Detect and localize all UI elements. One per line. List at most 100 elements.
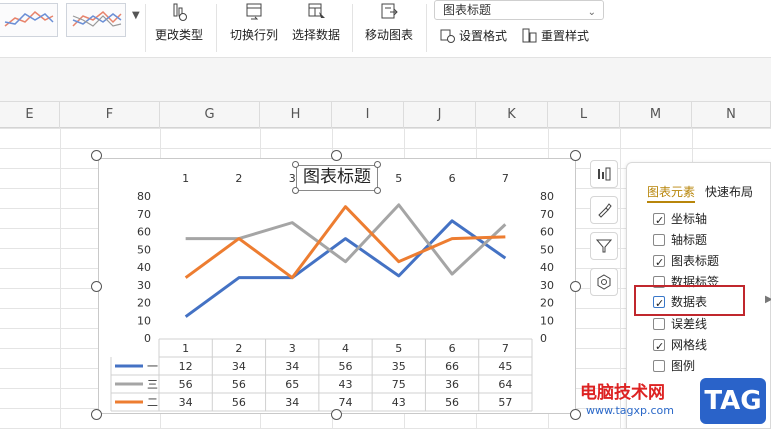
reset-style-icon bbox=[522, 28, 537, 43]
watermark-tag-logo: TAG bbox=[700, 378, 766, 424]
set-format-button[interactable]: 设置格式 bbox=[440, 26, 507, 46]
chart-elements-icon bbox=[598, 167, 611, 181]
y-tick-label-right: 10 bbox=[540, 314, 554, 327]
table-header-cell: 7 bbox=[502, 342, 509, 355]
table-value-cell: 56 bbox=[232, 396, 246, 409]
column-header[interactable]: F bbox=[60, 102, 160, 128]
move-chart-button[interactable]: 移动图表 bbox=[360, 0, 418, 56]
switch-row-col-button[interactable]: 切换行列 bbox=[226, 0, 282, 56]
reset-style-button[interactable]: 重置样式 bbox=[522, 26, 589, 46]
watermark-url: www.tagxp.com bbox=[586, 404, 674, 417]
y-tick-label-right: 60 bbox=[540, 226, 554, 239]
title-handle[interactable] bbox=[292, 161, 299, 168]
column-header[interactable]: J bbox=[404, 102, 476, 128]
move-chart-icon bbox=[381, 3, 398, 19]
checkbox[interactable] bbox=[653, 234, 665, 246]
select-data-button[interactable]: 选择数据 bbox=[288, 0, 344, 56]
resize-handle[interactable] bbox=[91, 409, 102, 420]
grid-line bbox=[60, 128, 61, 429]
divider bbox=[426, 4, 427, 52]
y-tick-label-left: 80 bbox=[137, 190, 151, 203]
top-x-tick-label: 5 bbox=[395, 172, 402, 185]
y-tick-label-left: 20 bbox=[137, 297, 151, 310]
column-header[interactable]: I bbox=[332, 102, 404, 128]
chart-settings-button[interactable] bbox=[590, 268, 618, 296]
checkbox[interactable] bbox=[653, 318, 665, 330]
table-value-cell: 34 bbox=[285, 396, 299, 409]
title-handle[interactable] bbox=[374, 187, 381, 194]
chart-elements-button[interactable] bbox=[590, 160, 618, 188]
checkbox[interactable] bbox=[653, 360, 665, 372]
submenu-arrow-icon[interactable]: ▶ bbox=[765, 294, 771, 305]
resize-handle[interactable] bbox=[570, 150, 581, 161]
chart-style-button[interactable] bbox=[590, 196, 618, 224]
table-header-cell: 1 bbox=[182, 342, 189, 355]
checkbox[interactable] bbox=[653, 253, 665, 273]
resize-handle[interactable] bbox=[570, 409, 581, 420]
switch-row-col-label: 切换行列 bbox=[229, 28, 278, 42]
divider bbox=[145, 4, 146, 52]
resize-handle[interactable] bbox=[91, 150, 102, 161]
table-value-cell: 35 bbox=[392, 360, 406, 373]
chart-filter-button[interactable] bbox=[590, 232, 618, 260]
resize-handle[interactable] bbox=[331, 150, 342, 161]
chart-style-thumbnail[interactable] bbox=[66, 3, 126, 37]
active-tab-indicator bbox=[647, 201, 695, 203]
table-value-cell: 12 bbox=[179, 360, 193, 373]
resize-handle[interactable] bbox=[570, 281, 581, 292]
resize-handle[interactable] bbox=[91, 281, 102, 292]
column-header[interactable]: M bbox=[620, 102, 692, 128]
switch-row-col-icon bbox=[246, 3, 262, 20]
table-header-cell: 3 bbox=[289, 342, 296, 355]
column-header[interactable]: N bbox=[692, 102, 771, 128]
table-value-cell: 64 bbox=[498, 378, 512, 391]
y-tick-label-left: 40 bbox=[137, 261, 151, 274]
chart-style-thumbnail[interactable] bbox=[0, 3, 58, 37]
checkbox[interactable] bbox=[653, 337, 665, 357]
chart-type-icon bbox=[173, 3, 187, 21]
y-tick-label-left: 50 bbox=[137, 243, 151, 256]
option-label: 网格线 bbox=[671, 338, 708, 352]
chart-plot-svg: 1234567001010202030304040505060607070808… bbox=[110, 172, 554, 412]
column-header[interactable]: G bbox=[160, 102, 260, 128]
checkbox[interactable] bbox=[653, 211, 665, 231]
y-tick-label-left: 10 bbox=[137, 314, 151, 327]
column-header[interactable]: E bbox=[0, 102, 60, 128]
title-handle[interactable] bbox=[292, 187, 299, 194]
chart-element-select[interactable]: 图表标题 ⌄ bbox=[434, 0, 604, 20]
table-value-cell: 56 bbox=[445, 396, 459, 409]
table-header-cell: 2 bbox=[235, 342, 242, 355]
table-value-cell: 57 bbox=[498, 396, 512, 409]
table-value-cell: 56 bbox=[179, 378, 193, 391]
divider bbox=[216, 4, 217, 52]
tab-chart-elements[interactable]: 图表元素 bbox=[647, 183, 695, 200]
ribbon-toolbar: ▼ 更改类型 切换行列 选择数据 移动图表 图表标题 ⌄ 设置格式 重置样式 bbox=[0, 0, 771, 58]
change-type-button[interactable]: 更改类型 bbox=[152, 0, 206, 56]
y-tick-label-right: 20 bbox=[540, 297, 554, 310]
table-value-cell: 74 bbox=[339, 396, 353, 409]
divider bbox=[352, 4, 353, 52]
settings-hexagon-icon bbox=[597, 274, 611, 290]
chart-element-select-value: 图表标题 bbox=[443, 3, 492, 17]
top-x-tick-label: 2 bbox=[235, 172, 242, 185]
resize-handle[interactable] bbox=[331, 409, 342, 420]
y-tick-label-left: 0 bbox=[144, 332, 151, 345]
tab-quick-layout[interactable]: 快速布局 bbox=[705, 183, 753, 200]
brush-icon bbox=[598, 203, 612, 218]
column-header[interactable]: K bbox=[476, 102, 548, 128]
change-type-label: 更改类型 bbox=[154, 28, 203, 42]
filter-icon bbox=[596, 239, 612, 253]
table-value-cell: 56 bbox=[232, 378, 246, 391]
y-tick-label-left: 70 bbox=[137, 208, 151, 221]
column-header[interactable]: L bbox=[548, 102, 620, 128]
column-headers: E F G H I J K L M N bbox=[0, 102, 771, 128]
title-handle[interactable] bbox=[374, 161, 381, 168]
chart-title[interactable]: 图表标题 bbox=[296, 165, 378, 191]
gallery-more-icon[interactable]: ▼ bbox=[132, 10, 140, 21]
table-value-cell: 75 bbox=[392, 378, 406, 391]
top-x-tick-label: 1 bbox=[182, 172, 189, 185]
line-chart[interactable]: 1234567001010202030304040505060607070808… bbox=[98, 158, 576, 414]
column-header[interactable]: H bbox=[260, 102, 332, 128]
table-header-cell: 5 bbox=[395, 342, 402, 355]
format-icon bbox=[440, 29, 455, 43]
